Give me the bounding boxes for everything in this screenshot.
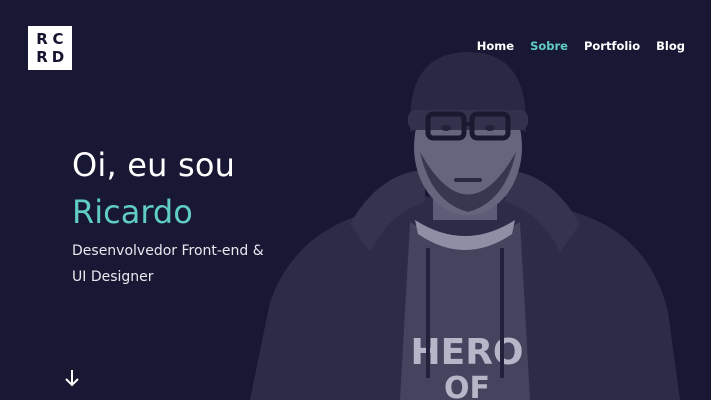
shirt-text: OF <box>444 371 490 400</box>
nav-item-sobre[interactable]: Sobre <box>530 39 568 53</box>
logo-letter: R <box>36 29 48 48</box>
arrow-down-icon[interactable] <box>63 368 81 388</box>
hero-name: Ricardo <box>72 193 193 231</box>
nav-item-blog[interactable]: Blog <box>656 39 685 53</box>
logo[interactable]: R C R D <box>28 26 72 70</box>
hero-subtitle-line: Desenvolvedor Front-end & <box>72 243 264 259</box>
nav-item-portfolio[interactable]: Portfolio <box>584 39 640 53</box>
hero-greeting: Oi, eu sou <box>72 146 236 184</box>
hero-subtitle: Desenvolvedor Front-end & UI Designer <box>72 238 264 290</box>
main-nav: Home Sobre Portfolio Blog <box>477 39 685 53</box>
hero-subtitle-line: UI Designer <box>72 269 154 285</box>
hero-portrait-image: HERO OF <box>250 52 680 400</box>
logo-letter: C <box>52 29 64 48</box>
nav-item-home[interactable]: Home <box>477 39 514 53</box>
logo-letter: D <box>51 47 65 66</box>
logo-letter: R <box>36 47 48 66</box>
